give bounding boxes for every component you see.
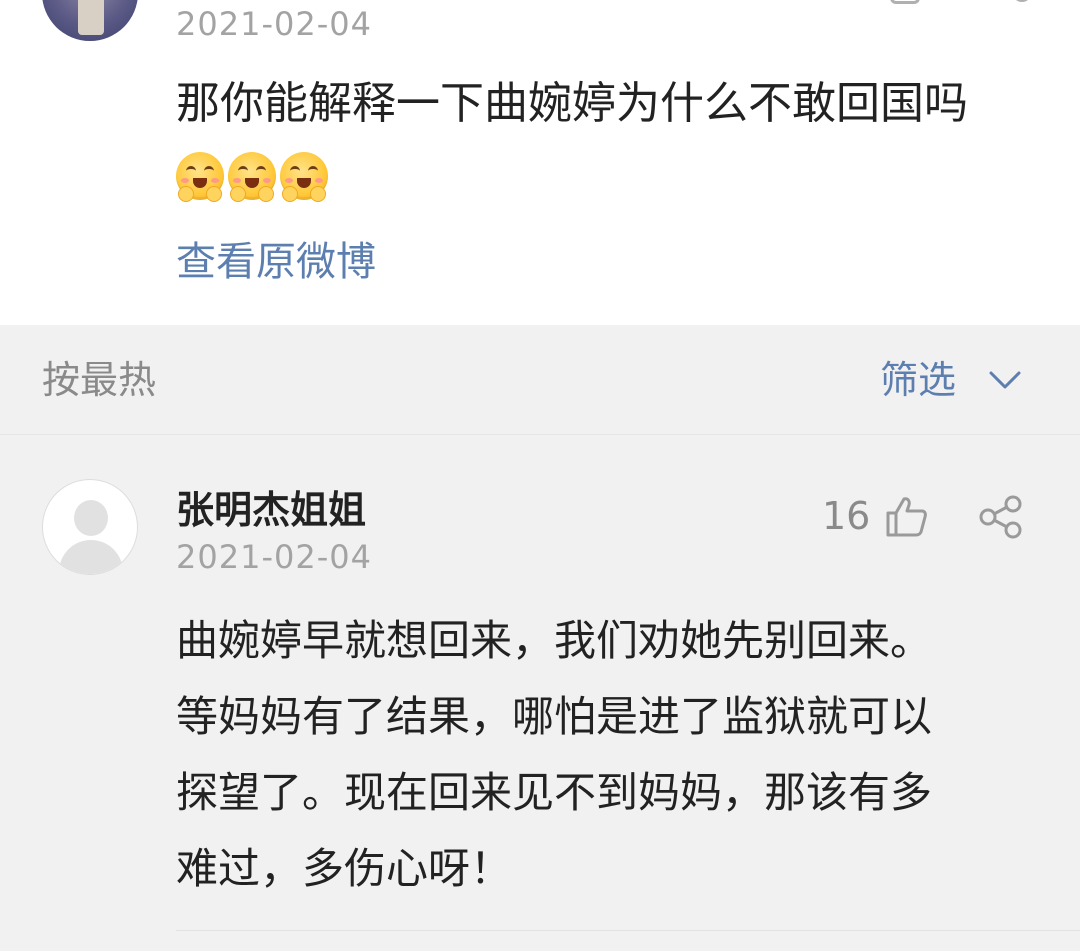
divider: [176, 930, 1080, 931]
previous-comment-card: 2021-02-04 那你能解释一下曲婉婷为什么不敢回国吗 查看原微博: [0, 0, 1080, 325]
view-original-weibo-link[interactable]: 查看原微博: [176, 234, 376, 290]
emoji-row: [176, 152, 328, 204]
comment-text: 那你能解释一下曲婉婷为什么不敢回国吗: [176, 78, 968, 129]
comment-text-line: 曲婉婷早就想回来，我们劝她先别回来。: [176, 616, 933, 665]
grin-emoji-icon: [228, 152, 276, 202]
like-count: 16: [822, 494, 871, 538]
comment-text-line: 难过，多伤心呀！: [176, 844, 513, 893]
comment-item: 张明杰姐姐 2021-02-04 16 曲婉婷早就想回来，我们劝她先别回来。 等…: [0, 435, 1080, 951]
grin-emoji-icon: [280, 152, 328, 202]
like-icon[interactable]: [884, 495, 928, 537]
like-icon[interactable]: [890, 0, 920, 4]
sort-by-hot-label[interactable]: 按最热: [42, 352, 156, 408]
filter-button[interactable]: 筛选: [880, 352, 1022, 408]
share-icon[interactable]: [978, 495, 1024, 539]
comment-date: 2021-02-04: [176, 5, 372, 43]
comment-text-line: 探望了。现在回来见不到妈妈，那该有多: [176, 768, 933, 817]
chevron-down-icon: [989, 371, 1021, 389]
share-icon[interactable]: [1012, 0, 1032, 2]
filter-label: 筛选: [880, 358, 957, 402]
sort-bar: 按最热 筛选: [0, 326, 1080, 435]
comment-date: 2021-02-04: [176, 538, 372, 576]
grin-emoji-icon: [176, 152, 224, 202]
comment-username[interactable]: 张明杰姐姐: [176, 485, 366, 535]
avatar[interactable]: [42, 479, 138, 575]
comment-text: 曲婉婷早就想回来，我们劝她先别回来。 等妈妈有了结果，哪怕是进了监狱就可以 探望…: [176, 603, 1046, 907]
avatar[interactable]: [42, 0, 138, 41]
comment-text-line: 等妈妈有了结果，哪怕是进了监狱就可以: [176, 692, 933, 741]
